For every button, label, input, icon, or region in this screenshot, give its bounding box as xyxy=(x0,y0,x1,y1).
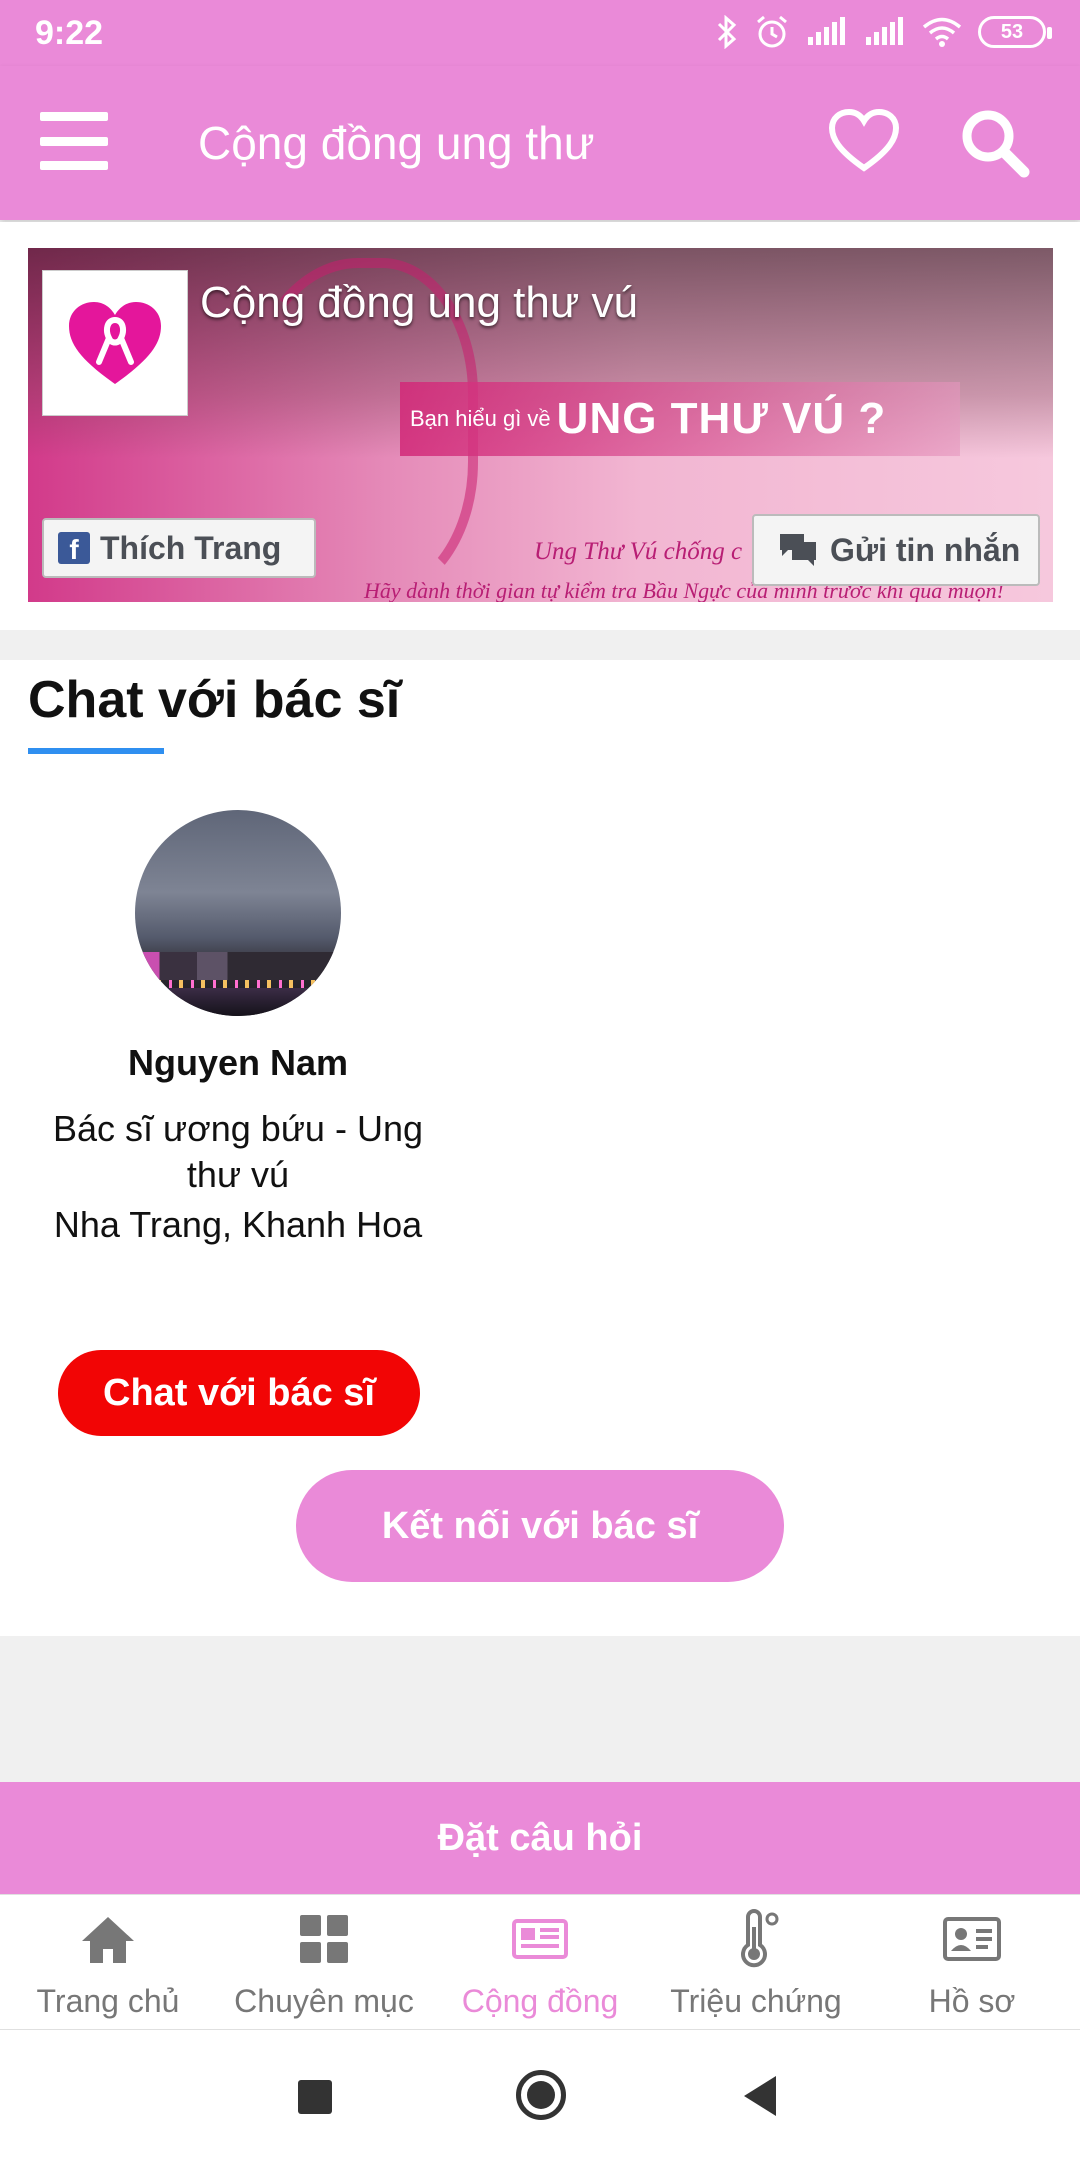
like-page-label: Thích Trang xyxy=(100,529,282,566)
chat-with-doctor-section: Chat với bác sĩ Nguyen Nam Bác sĩ ương b… xyxy=(0,660,1080,1636)
signal-icon xyxy=(808,17,845,45)
profile-card-icon xyxy=(943,1917,1001,1961)
ribbon-heart-icon xyxy=(69,302,161,384)
send-message-label: Gửi tin nhắn xyxy=(830,531,1021,568)
doctor-specialty: Bác sĩ ương bứu - Ung thư vú xyxy=(53,1108,423,1195)
nav-label: Hồ sơ xyxy=(928,1983,1016,2019)
battery-indicator: 53 xyxy=(978,16,1052,48)
section-title: Chat với bác sĩ xyxy=(28,671,401,729)
banner-section: Cộng đồng ung thư vú Bạn hiểu gì về UNG … xyxy=(0,222,1080,630)
alarm-icon xyxy=(757,15,787,48)
nav-label: Trang chủ xyxy=(36,1983,180,2019)
nav-item-home[interactable]: Trang chủ xyxy=(0,1895,216,2029)
status-icons: 53 xyxy=(716,12,1052,52)
banner-title: Cộng đồng ung thư vú xyxy=(200,278,639,327)
nav-item-community[interactable]: Cộng đồng xyxy=(432,1895,648,2029)
doctor-location: Nha Trang, Khanh Hoa xyxy=(53,1204,423,1245)
system-navigation-bar xyxy=(0,2030,1080,2160)
ask-question-button[interactable]: Đặt câu hỏi xyxy=(0,1782,1080,1894)
home-button-icon[interactable] xyxy=(516,2070,566,2120)
thermometer-icon xyxy=(741,1909,779,1968)
heart-icon[interactable] xyxy=(828,108,900,174)
chat-bubbles-icon xyxy=(780,534,816,566)
nav-item-profile[interactable]: Hồ sơ xyxy=(864,1895,1080,2029)
status-bar: 9:22 53 xyxy=(0,0,1080,66)
menu-icon[interactable] xyxy=(40,112,108,170)
nav-label: Chuyên mục xyxy=(234,1983,414,2019)
back-icon[interactable] xyxy=(744,2076,776,2116)
status-time: 9:22 xyxy=(35,14,104,52)
section-underline xyxy=(28,748,164,754)
grid-icon xyxy=(300,1915,348,1963)
bluetooth-icon xyxy=(717,15,737,49)
facebook-page-banner[interactable]: Cộng đồng ung thư vú Bạn hiểu gì về UNG … xyxy=(28,248,1053,602)
doctor-avatar xyxy=(135,810,341,1016)
like-page-button[interactable]: f Thích Trang xyxy=(42,518,316,578)
send-message-button[interactable]: Gửi tin nhắn xyxy=(752,514,1040,586)
newspaper-icon xyxy=(512,1919,568,1959)
bottom-navigation: Trang chủ Chuyên mục Cộng đồng Triệu chứ… xyxy=(0,1894,1080,2030)
nav-item-symptoms[interactable]: Triệu chứng xyxy=(648,1895,864,2029)
connect-with-doctor-button[interactable]: Kết nối với bác sĩ xyxy=(296,1470,784,1582)
home-icon xyxy=(82,1917,134,1963)
doctor-name: Nguyen Nam xyxy=(127,1042,349,1083)
recent-apps-icon[interactable] xyxy=(298,2080,332,2114)
app-bar: Cộng đồng ung thư xyxy=(0,66,1080,220)
facebook-icon: f xyxy=(58,532,90,564)
nav-item-categories[interactable]: Chuyên mục xyxy=(216,1895,432,2029)
banner-ribbon: Bạn hiểu gì về UNG THƯ VÚ ? xyxy=(400,382,960,456)
banner-tagline: Ung Thư Vú chống c xyxy=(534,538,743,565)
signal-icon xyxy=(866,17,903,45)
banner-ribbon-small: Bạn hiểu gì về xyxy=(410,406,551,431)
chat-with-doctor-button[interactable]: Chat với bác sĩ xyxy=(58,1350,420,1436)
pink-ribbon-heart-logo xyxy=(42,270,188,416)
wifi-icon xyxy=(922,17,962,47)
banner-ribbon-big: UNG THƯ VÚ ? xyxy=(556,394,887,443)
search-icon[interactable] xyxy=(958,106,1030,178)
nav-label: Cộng đồng xyxy=(461,1983,619,2019)
nav-label: Triệu chứng xyxy=(670,1983,842,2019)
page-title: Cộng đồng ung thư xyxy=(198,117,595,169)
